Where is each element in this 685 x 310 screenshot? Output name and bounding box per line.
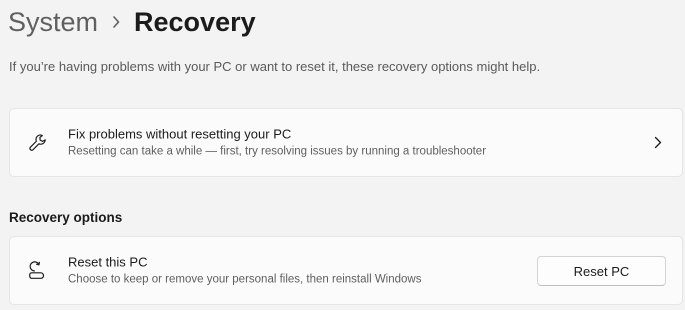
fix-problems-card[interactable]: Fix problems without resetting your PC R… [9,108,683,177]
reset-this-pc-subtitle: Choose to keep or remove your personal f… [68,273,422,285]
reset-pc-icon [26,259,50,283]
chevron-right-icon [652,135,664,151]
fix-problems-subtitle: Resetting can take a while — first, try … [68,145,487,157]
reset-pc-button[interactable]: Reset PC [537,256,666,286]
reset-this-pc-text: Reset this PC Choose to keep or remove y… [68,253,421,288]
wrench-icon [26,131,50,155]
fix-problems-text: Fix problems without resetting your PC R… [68,125,486,160]
breadcrumb-chevron-icon [98,15,134,29]
breadcrumb: System Recovery [8,2,256,42]
reset-this-pc-title: Reset this PC [68,254,148,269]
fix-problems-title: Fix problems without resetting your PC [68,126,292,141]
intro-text: If you’re having problems with your PC o… [9,59,541,74]
page-title: Recovery [134,6,256,37]
recovery-settings-page: System Recovery If you’re having problem… [0,0,685,310]
recovery-options-heading: Recovery options [9,210,123,225]
reset-this-pc-card: Reset this PC Choose to keep or remove y… [9,236,683,305]
breadcrumb-system-link[interactable]: System [8,7,98,38]
